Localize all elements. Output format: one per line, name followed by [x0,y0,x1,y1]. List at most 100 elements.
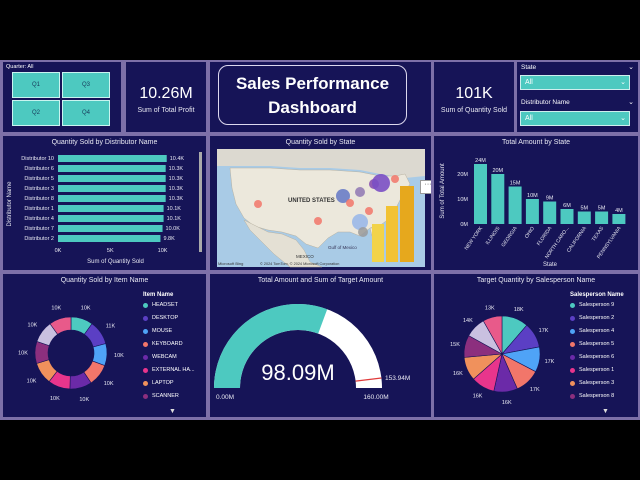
state-bar[interactable] [474,164,487,224]
state-x-axis-label: State [543,262,558,268]
distributor-bar[interactable] [58,225,163,232]
state-slicer-label: State [521,64,537,71]
salesperson-legend-item[interactable]: Salesperson 6 [570,354,614,360]
distributor-x-axis-label: Sum of Quantity Sold [87,259,144,265]
state-value-label: 4M [615,208,623,214]
item-legend-item-label: HEADSET [152,302,178,308]
state-value-label: 24M [475,158,486,164]
salesperson-pie-chart: 18K 17K 17K 17K 16K 16K 16K 15K 14K 13K [450,306,555,406]
item-legend-item[interactable]: LAPTOP [143,380,174,386]
amount-gauge: 98.09M 0.00M 160.00M 153.94M [214,304,410,401]
salesperson-legend-item[interactable]: Salesperson 3 [570,380,614,386]
item-donut-chart: 10K 11K 10K 10K 10K 10K 10K 10K 10K 10K [18,305,124,403]
distributor-bar[interactable] [58,165,166,172]
distributor-category-label: Distributor 8 [24,196,54,202]
salesperson-slice-label: 17K [545,359,555,365]
distributor-slicer-label: Distributor Name [521,99,570,106]
salesperson-legend-item[interactable]: Salesperson 4 [570,328,614,334]
distributor-scrollbar[interactable] [199,152,202,252]
salesperson-legend-item-label: Salesperson 3 [579,380,615,386]
salesperson-slice-label: 16K [502,400,512,406]
legend-scroll-down-icon[interactable]: ▼ [602,408,609,415]
state-bar[interactable] [543,201,557,225]
item-slice-label: 10K [28,322,38,328]
item-legend-item[interactable]: EXTERNAL HA... [143,367,195,373]
salesperson-legend-item-label: Salesperson 8 [579,393,615,399]
salesperson-legend-item[interactable]: Salesperson 2 [570,315,614,321]
distributor-category-label: Distributor 3 [24,186,54,192]
quarter-q3-button[interactable]: Q3 [62,72,110,98]
distributor-x-tick: 5K [107,248,114,254]
chevron-down-icon: ⌄ [620,115,626,122]
item-slice-label: 11K [106,324,116,330]
state-bar[interactable] [525,199,539,224]
title-panel: Sales Performance Dashboard [210,62,431,132]
item-legend-item[interactable]: HEADSET [143,302,178,308]
distributor-slicer-chevron-icon[interactable]: ⌄ [628,98,634,106]
map-panel: Quantity Sold by State UNITED STATES MEX… [210,136,431,270]
more-options-button[interactable]: ··· [420,180,431,194]
item-slice-label: 10K [104,381,114,387]
quantity-value: 101K [455,85,493,102]
item-legend-item[interactable]: KEYBOARD [143,341,183,347]
distributor-bar[interactable] [58,185,166,192]
chevron-down-icon: ⌄ [620,79,626,86]
state-slicer-chevron-icon[interactable]: ⌄ [628,63,634,71]
state-bar[interactable] [508,186,522,225]
item-legend-item[interactable]: MOUSE [143,328,172,334]
state-bar[interactable] [560,209,574,224]
salesperson-legend-item-label: Salesperson 6 [579,354,615,360]
quarter-q4-button[interactable]: Q4 [62,100,110,126]
distributor-bar[interactable] [58,155,167,162]
legend-dot-icon [143,380,148,386]
distributor-x-tick: 0K [55,248,62,254]
quarter-q2-button[interactable]: Q2 [12,100,60,126]
item-legend-item[interactable]: DESKTOP [143,315,178,321]
item-legend-item[interactable]: WEBCAM [143,354,177,360]
state-bar[interactable] [595,211,609,225]
salesperson-slice-label: 13K [485,306,495,312]
distributor-bar[interactable] [58,175,166,182]
salesperson-legend-item[interactable]: Salesperson 1 [570,367,614,373]
distributor-value-label: 10.3K [169,186,184,192]
salesperson-legend-item-label: Salesperson 4 [579,328,615,334]
distributor-bar[interactable] [58,215,164,222]
salesperson-legend-item[interactable]: Salesperson 9 [570,302,614,308]
map-label-mexico: MEXICO [296,254,314,259]
distributor-category-label: Distributor 10 [21,156,54,162]
item-legend-item-label: DESKTOP [152,315,179,321]
distributor-slicer-dropdown[interactable]: All ⌄ [520,111,630,126]
gauge-value-text: 98.09M [261,360,334,385]
item-legend-item[interactable]: SCANNER [143,393,179,399]
salesperson-legend-item[interactable]: Salesperson 5 [570,341,614,347]
state-bar[interactable] [612,214,626,224]
state-slicer-dropdown[interactable]: All ⌄ [520,75,630,90]
gauge-min-label: 0.00M [216,394,234,401]
quarter-q1-button[interactable]: Q1 [12,72,60,98]
item-slice-label: 10K [114,353,124,359]
distributor-bar[interactable] [58,235,161,242]
state-value-label: 5M [598,206,606,212]
item-legend-item-label: LAPTOP [152,380,174,386]
state-value-label: 10M [527,193,538,199]
distributor-category-label: Distributor 4 [24,216,54,222]
state-value-label: 9M [546,196,554,202]
salesperson-legend-item[interactable]: Salesperson 8 [570,393,614,399]
legend-scroll-down-icon[interactable]: ▼ [169,408,176,415]
salesperson-legend-item-label: Salesperson 1 [579,367,615,373]
state-map[interactable]: UNITED STATES MEXICO Gulf of Mexico Micr… [210,136,431,270]
item-legend-item-label: MOUSE [152,328,173,334]
item-legend-item-label: KEYBOARD [152,341,183,347]
salesperson-slice-label: 16K [473,393,483,399]
map-label-us: UNITED STATES [288,198,335,204]
state-bar[interactable] [577,211,591,225]
state-category-label: GEORGIA [500,225,519,248]
state-bar[interactable] [491,174,505,224]
profit-value: 10.26M [139,85,193,102]
distributor-bar[interactable] [58,205,164,212]
gauge-max-label: 160.00M [363,394,388,401]
legend-dot-icon [570,341,575,347]
distributor-bar[interactable] [58,195,166,202]
state-bar-chart: Sum of Total Amount 0M 10M 20M 24M NEW YORK 20… [440,158,626,268]
legend-dot-icon [143,393,148,399]
